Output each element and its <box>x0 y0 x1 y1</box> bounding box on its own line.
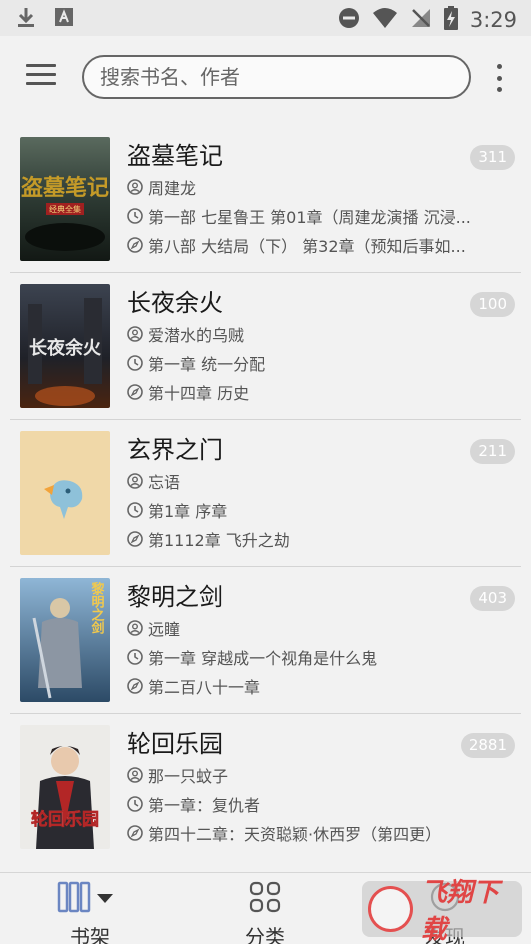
book-item[interactable]: 黎明之剑 黎明之剑 远瞳 第一章 穿越成一个视角是什么鬼 第二百八十一章 403 <box>0 567 531 714</box>
watermark: 飞翔下载 <box>362 878 522 944</box>
tab-category-label: 分类 <box>245 925 285 944</box>
watermark-logo-icon <box>368 886 413 932</box>
user-icon <box>127 179 143 195</box>
book-latest-chapter: 第八部 大结局（下） 第32章（预知后事如... <box>148 237 466 256</box>
unread-count-badge: 2881 <box>460 733 515 758</box>
cover-title-text: 黎明之剑 <box>89 581 106 635</box>
book-author: 周建龙 <box>148 179 197 198</box>
user-icon <box>127 620 143 636</box>
battery-charging-icon <box>443 6 458 34</box>
book-latest-chapter: 第十四章 历史 <box>148 384 250 403</box>
book-cover: 长夜余火 <box>20 284 110 408</box>
book-latest-line: 第八部 大结局（下） 第32章（预知后事如... <box>127 233 466 257</box>
clock-icon <box>127 796 143 812</box>
book-last-read-line: 第一章：复仇者 <box>127 792 260 816</box>
book-cover: 盗墓笔记 经典全集 <box>20 137 110 261</box>
unread-count-badge: 311 <box>470 145 515 170</box>
book-last-read: 第一章 统一分配 <box>148 355 266 374</box>
unread-count-badge: 403 <box>470 586 515 611</box>
watermark-text: 飞翔下载 <box>420 878 499 944</box>
book-last-read: 第一章：复仇者 <box>148 796 261 815</box>
search-input[interactable] <box>100 65 469 89</box>
book-latest-line: 第二百八十一章 <box>127 674 260 698</box>
do-not-disturb-icon <box>338 7 360 33</box>
cover-title-text: 轮回乐园 <box>31 809 99 830</box>
tab-bookshelf-label: 书架 <box>70 925 110 944</box>
compass-icon <box>127 237 143 253</box>
book-list: 盗墓笔记 经典全集 盗墓笔记 周建龙 第一部 七星鲁王 第01章（周建龙演播 沉… <box>0 126 531 861</box>
book-cover: 轮回乐园 <box>20 725 110 849</box>
book-author-line: 忘语 <box>127 469 180 493</box>
book-author: 爱潜水的乌贼 <box>148 326 245 345</box>
book-title: 盗墓笔记 <box>127 142 223 170</box>
clock-icon <box>127 502 143 518</box>
book-latest-chapter: 第二百八十一章 <box>148 678 261 697</box>
book-last-read: 第一部 七星鲁王 第01章（周建龙演播 沉浸... <box>148 208 471 227</box>
top-toolbar <box>0 36 531 120</box>
clock-time: 3:29 <box>469 8 517 32</box>
tab-bookshelf[interactable]: 书架 <box>30 873 150 944</box>
book-latest-chapter: 第四十二章：天资聪颖·休西罗（第四更） <box>148 825 442 844</box>
book-item[interactable]: 轮回乐园 轮回乐园 那一只蚊子 第一章：复仇者 第四十二章：天资聪颖·休西罗（第… <box>0 714 531 861</box>
tab-category[interactable]: 分类 <box>205 873 325 944</box>
book-last-read: 第1章 序章 <box>148 502 228 521</box>
unread-count-badge: 211 <box>470 439 515 464</box>
compass-icon <box>127 678 143 694</box>
download-icon <box>16 6 36 32</box>
book-item[interactable]: 玄界之门 忘语 第1章 序章 第1112章 飞升之劫 211 <box>0 420 531 567</box>
book-item[interactable]: 长夜余火 长夜余火 爱潜水的乌贼 第一章 统一分配 第十四章 历史 100 <box>0 273 531 420</box>
book-title: 黎明之剑 <box>127 583 223 611</box>
book-cover: 黎明之剑 <box>20 578 110 702</box>
wifi-icon <box>372 7 398 33</box>
book-title: 轮回乐园 <box>127 730 223 758</box>
book-last-read-line: 第一章 穿越成一个视角是什么鬼 <box>127 645 377 669</box>
unread-count-badge: 100 <box>470 292 515 317</box>
book-author-line: 周建龙 <box>127 175 196 199</box>
user-icon <box>127 326 143 342</box>
compass-icon <box>127 384 143 400</box>
no-signal-icon <box>410 7 432 33</box>
book-cover <box>20 431 110 555</box>
book-author: 忘语 <box>148 473 181 492</box>
compass-icon <box>127 531 143 547</box>
user-icon <box>127 767 143 783</box>
compass-icon <box>127 825 143 841</box>
bookshelf-icon <box>57 881 113 913</box>
app-notification-icon <box>54 7 74 31</box>
book-author-line: 远瞳 <box>127 616 180 640</box>
book-author-line: 爱潜水的乌贼 <box>127 322 244 346</box>
grid-icon <box>249 881 281 913</box>
book-last-read-line: 第一部 七星鲁王 第01章（周建龙演播 沉浸... <box>127 204 471 228</box>
clock-icon <box>127 355 143 371</box>
book-latest-line: 第1112章 飞升之劫 <box>127 527 290 551</box>
book-latest-line: 第四十二章：天资聪颖·休西罗（第四更） <box>127 821 441 845</box>
cover-title-text: 长夜余火 <box>29 337 102 359</box>
book-last-read: 第一章 穿越成一个视角是什么鬼 <box>148 649 378 668</box>
clock-icon <box>127 649 143 665</box>
book-last-read-line: 第一章 统一分配 <box>127 351 265 375</box>
book-latest-line: 第十四章 历史 <box>127 380 249 404</box>
book-item[interactable]: 盗墓笔记 经典全集 盗墓笔记 周建龙 第一部 七星鲁王 第01章（周建龙演播 沉… <box>0 126 531 273</box>
book-author: 远瞳 <box>148 620 181 639</box>
user-icon <box>127 473 143 489</box>
cover-tag-text: 经典全集 <box>49 204 81 214</box>
cover-title-text: 盗墓笔记 <box>21 175 109 201</box>
book-author: 那一只蚊子 <box>148 767 229 786</box>
book-latest-chapter: 第1112章 飞升之劫 <box>148 531 290 550</box>
book-title: 长夜余火 <box>127 289 223 317</box>
book-author-line: 那一只蚊子 <box>127 763 228 787</box>
more-options-icon[interactable] <box>494 64 504 92</box>
book-title: 玄界之门 <box>127 436 223 464</box>
status-bar: 3:29 <box>0 0 531 36</box>
menu-icon[interactable] <box>26 64 56 90</box>
dropdown-caret-icon <box>97 894 113 903</box>
clock-icon <box>127 208 143 224</box>
book-last-read-line: 第1章 序章 <box>127 498 227 522</box>
search-bar[interactable] <box>82 55 471 99</box>
